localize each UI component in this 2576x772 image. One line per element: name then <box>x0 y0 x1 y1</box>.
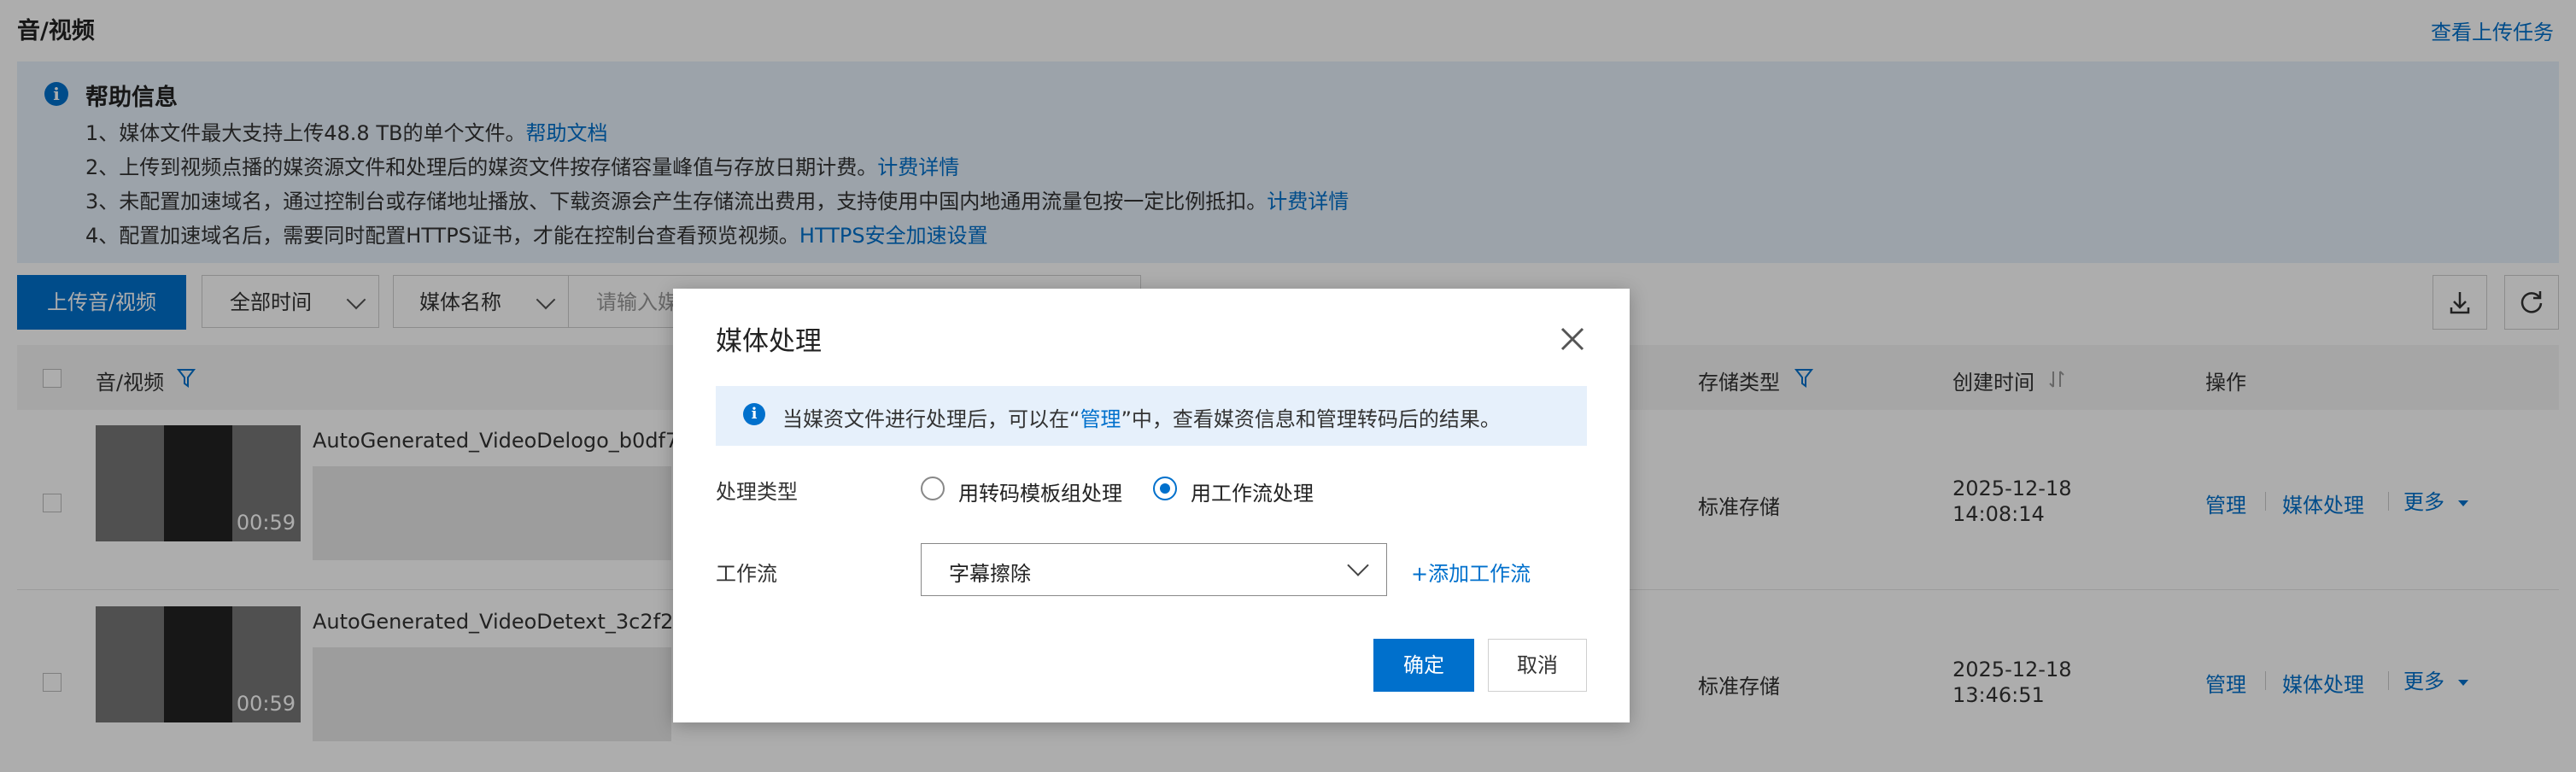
info-prefix: 当媒资文件进行处理后，可以在“ <box>782 407 1080 431</box>
radio-workflow[interactable] <box>1153 477 1177 500</box>
workflow-label: 工作流 <box>716 562 777 586</box>
workflow-select[interactable]: 字幕擦除 <box>921 543 1387 596</box>
chevron-down-icon <box>1347 554 1369 576</box>
radio-template-group-label[interactable]: 用转码模板组处理 <box>958 477 1122 506</box>
radio-workflow-label[interactable]: 用工作流处理 <box>1191 477 1314 506</box>
cancel-button[interactable]: 取消 <box>1488 639 1587 692</box>
info-suffix: ”中，查看媒资信息和管理转码后的结果。 <box>1121 407 1501 431</box>
dialog-title: 媒体处理 <box>716 326 822 357</box>
close-icon[interactable] <box>1556 323 1589 355</box>
radio-template-group[interactable] <box>921 477 945 500</box>
confirm-button[interactable]: 确定 <box>1373 639 1474 692</box>
dialog-info-text: 当媒资文件进行处理后，可以在“管理”中，查看媒资信息和管理转码后的结果。 <box>782 402 1501 432</box>
workflow-select-value: 字幕擦除 <box>949 562 1031 586</box>
manage-link[interactable]: 管理 <box>1080 407 1121 431</box>
add-workflow-link[interactable]: +添加工作流 <box>1411 557 1531 587</box>
process-type-label: 处理类型 <box>716 480 798 504</box>
info-icon: i <box>743 403 765 425</box>
